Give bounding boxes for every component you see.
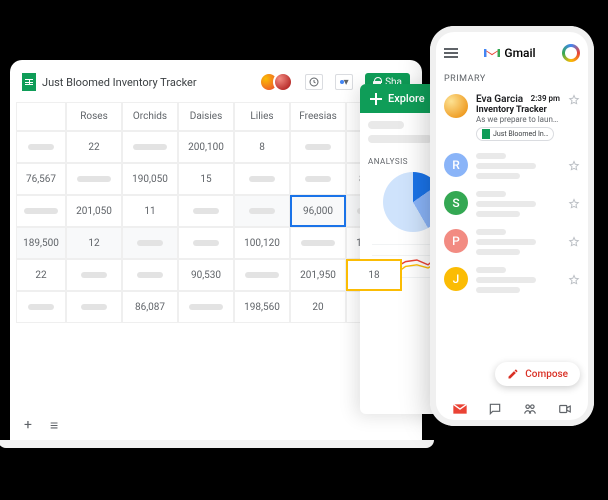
email-time: 2:39 pm [531, 94, 560, 105]
compose-button[interactable]: Compose [495, 362, 580, 386]
cell[interactable]: 15 [178, 163, 234, 195]
email-row[interactable]: Eva Garcia 2:39 pm Inventory Tracker As … [442, 90, 582, 147]
cell[interactable]: 90,530 [178, 259, 234, 291]
star-icon[interactable] [568, 236, 580, 248]
cell[interactable]: 20 [290, 291, 346, 323]
nav-meet-icon[interactable] [556, 402, 574, 416]
cell-collaborator-cursor[interactable]: 18 [346, 259, 402, 291]
email-row-placeholder[interactable]: R [442, 147, 582, 185]
cell[interactable]: 22 [16, 259, 66, 291]
sender-name: Eva Garcia [476, 94, 523, 105]
cell[interactable] [66, 259, 122, 291]
column-header[interactable]: Roses [66, 102, 122, 131]
cell[interactable] [178, 291, 234, 323]
email-subject: Inventory Tracker [476, 105, 560, 115]
cell[interactable]: 22 [66, 131, 122, 163]
history-button[interactable] [305, 74, 323, 90]
cell[interactable] [290, 131, 346, 163]
primary-tab[interactable]: PRIMARY [442, 70, 582, 90]
compose-icon [507, 368, 519, 380]
cell[interactable] [178, 227, 234, 259]
cell[interactable] [16, 291, 66, 323]
email-row-placeholder[interactable]: S [442, 185, 582, 223]
cell[interactable] [122, 131, 178, 163]
sheets-chip-icon [482, 129, 490, 139]
gmail-brand: Gmail [504, 46, 535, 60]
comment-button[interactable]: ▾ [335, 74, 353, 90]
cell[interactable] [178, 195, 234, 227]
cell[interactable] [290, 163, 346, 195]
avatar[interactable] [273, 72, 293, 92]
column-header[interactable]: Freesias [290, 102, 346, 131]
cell[interactable]: 100,120 [234, 227, 290, 259]
cell[interactable]: 200,100 [178, 131, 234, 163]
cell[interactable] [122, 259, 178, 291]
cell[interactable]: 201,050 [66, 195, 122, 227]
cell[interactable]: 190,050 [122, 163, 178, 195]
star-icon[interactable] [568, 160, 580, 172]
cell[interactable] [16, 195, 66, 227]
column-header[interactable]: Lilies [234, 102, 290, 131]
email-row-placeholder[interactable]: P [442, 223, 582, 261]
gmail-header: Gmail [442, 44, 582, 70]
account-avatar[interactable] [562, 44, 580, 62]
gmail-m-icon [484, 47, 500, 59]
nav-chat-icon[interactable] [486, 402, 504, 416]
cell[interactable]: 8 [234, 131, 290, 163]
column-header[interactable]: Orchids [122, 102, 178, 131]
placeholder-line [368, 121, 404, 129]
star-icon[interactable] [568, 198, 580, 210]
plus-icon [340, 80, 344, 84]
add-sheet-button[interactable]: + [24, 417, 32, 434]
email-snippet: As we prepare to launch the… [476, 115, 560, 124]
sheets-title[interactable]: Just Bloomed Inventory Tracker [42, 76, 253, 89]
cell[interactable] [234, 259, 290, 291]
cell[interactable]: 189,500 [16, 227, 66, 259]
corner-cell [16, 102, 66, 131]
collaborator-avatars[interactable] [259, 72, 293, 92]
nav-spaces-icon[interactable] [521, 402, 539, 416]
gmail-logo: Gmail [484, 46, 535, 60]
star-icon[interactable] [568, 274, 580, 286]
menu-icon[interactable] [444, 48, 458, 58]
placeholder-line [368, 135, 432, 143]
attachment-chip[interactable]: Just Bloomed In… [476, 127, 554, 141]
all-sheets-button[interactable]: ≡ [50, 417, 58, 434]
sheets-logo-icon [22, 73, 36, 91]
compose-label: Compose [525, 369, 568, 380]
cell[interactable]: 86,087 [122, 291, 178, 323]
gmail-bottom-nav [442, 402, 582, 416]
sender-avatar: J [444, 267, 468, 291]
cell[interactable] [290, 227, 346, 259]
sheets-header: Just Bloomed Inventory Tracker ▾ Sha [16, 72, 416, 102]
explore-title: Explore [388, 92, 425, 105]
cell[interactable]: 12 [66, 227, 122, 259]
explore-icon [370, 93, 382, 105]
cell[interactable]: 201,950 [290, 259, 346, 291]
cell[interactable] [234, 163, 290, 195]
cell[interactable]: 11 [122, 195, 178, 227]
cell[interactable]: 198,560 [234, 291, 290, 323]
cell[interactable] [16, 131, 66, 163]
laptop-base [0, 440, 434, 448]
cell[interactable] [66, 163, 122, 195]
cell[interactable] [234, 195, 290, 227]
sheet-tabs: + ≡ [24, 417, 58, 434]
attachment-name: Just Bloomed In… [493, 130, 548, 138]
sender-avatar [444, 94, 468, 118]
spreadsheet-grid[interactable]: Roses Orchids Daisies Lilies Freesias Tu… [16, 102, 416, 323]
sender-avatar: S [444, 191, 468, 215]
nav-mail-icon[interactable] [451, 402, 469, 416]
gmail-phone: Gmail PRIMARY Eva Garcia 2:39 pm Invento… [430, 26, 594, 426]
cell[interactable]: 76,567 [16, 163, 66, 195]
cell-selected[interactable]: 96,000 [290, 195, 346, 227]
sender-avatar: P [444, 229, 468, 253]
star-icon[interactable] [568, 94, 580, 106]
email-row-placeholder[interactable]: J [442, 261, 582, 299]
column-header[interactable]: Daisies [178, 102, 234, 131]
sender-avatar: R [444, 153, 468, 177]
cell[interactable] [66, 291, 122, 323]
cell[interactable] [122, 227, 178, 259]
